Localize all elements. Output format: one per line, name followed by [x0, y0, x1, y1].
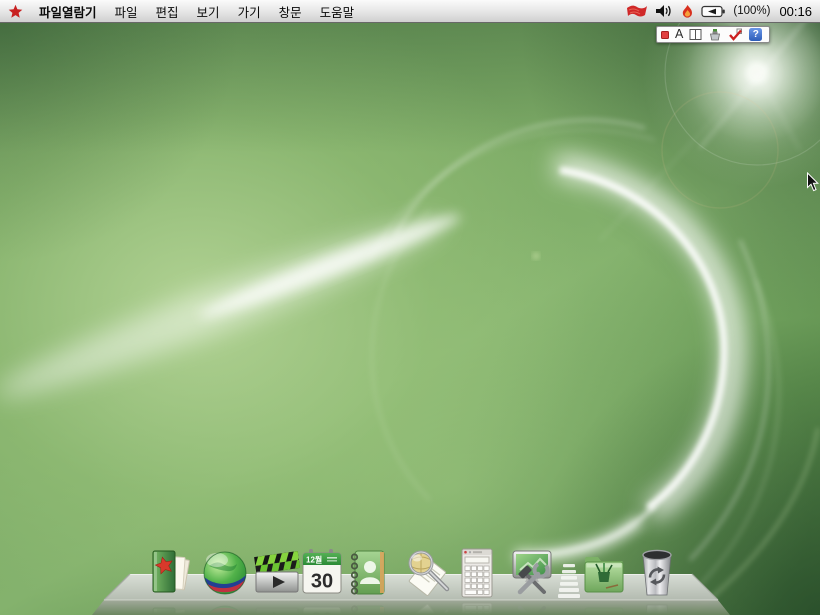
menu-item-app-name[interactable]: 파일열람기	[39, 2, 97, 21]
spellcheck-icon[interactable]	[728, 28, 743, 41]
menu-item-window[interactable]: 창문	[279, 2, 302, 21]
font-icon[interactable]: A	[675, 28, 683, 41]
dock-reflection	[199, 600, 251, 614]
red-flag-icon[interactable]	[626, 4, 648, 19]
dock-reflection	[296, 600, 348, 614]
dock-reflection	[343, 600, 395, 614]
dock-item-web-browser[interactable]	[199, 546, 251, 614]
columns-icon[interactable]	[689, 28, 702, 41]
dock-item-calendar[interactable]	[296, 546, 348, 614]
clock-label[interactable]: 00:16	[779, 4, 812, 19]
dock-item-stationery-folder[interactable]	[578, 546, 630, 614]
red-star-menu-icon[interactable]	[8, 4, 23, 19]
dock-reflection	[451, 600, 503, 614]
dock-reflection	[144, 600, 196, 614]
menu-item-view[interactable]: 보기	[197, 2, 220, 21]
battery-percent-label: (100%)	[733, 5, 771, 17]
desktop-wallpaper[interactable]	[0, 23, 820, 615]
menu-item-file[interactable]: 파일	[115, 2, 138, 21]
volume-icon[interactable]	[655, 4, 674, 18]
dock-item-file-search[interactable]	[402, 546, 454, 614]
floating-toolbar-palette: A ?	[656, 26, 770, 43]
dock-item-trash[interactable]	[631, 546, 683, 614]
dock-item-address-book[interactable]	[343, 546, 395, 614]
flame-icon[interactable]	[681, 4, 694, 19]
dock-reflection	[578, 600, 630, 614]
dock-reflection	[402, 600, 454, 614]
status-tray: (100%) 00:16	[626, 4, 812, 19]
inkpot-icon[interactable]	[708, 28, 722, 41]
dock-reflection	[631, 600, 683, 614]
menu-item-edit[interactable]: 편집	[156, 2, 179, 21]
palette-close-icon[interactable]	[661, 30, 669, 39]
dock-item-calculator[interactable]	[451, 546, 503, 614]
dock-item-file-manager[interactable]	[144, 546, 196, 614]
menu-bar: 파일열람기 파일 편집 보기 가기 창문 도움말 (100%) 00:16	[0, 0, 820, 23]
menu-item-go[interactable]: 가기	[238, 2, 261, 21]
menu-item-help[interactable]: 도움말	[320, 2, 355, 21]
help-icon[interactable]: ?	[749, 28, 763, 41]
battery-icon[interactable]	[701, 5, 726, 18]
